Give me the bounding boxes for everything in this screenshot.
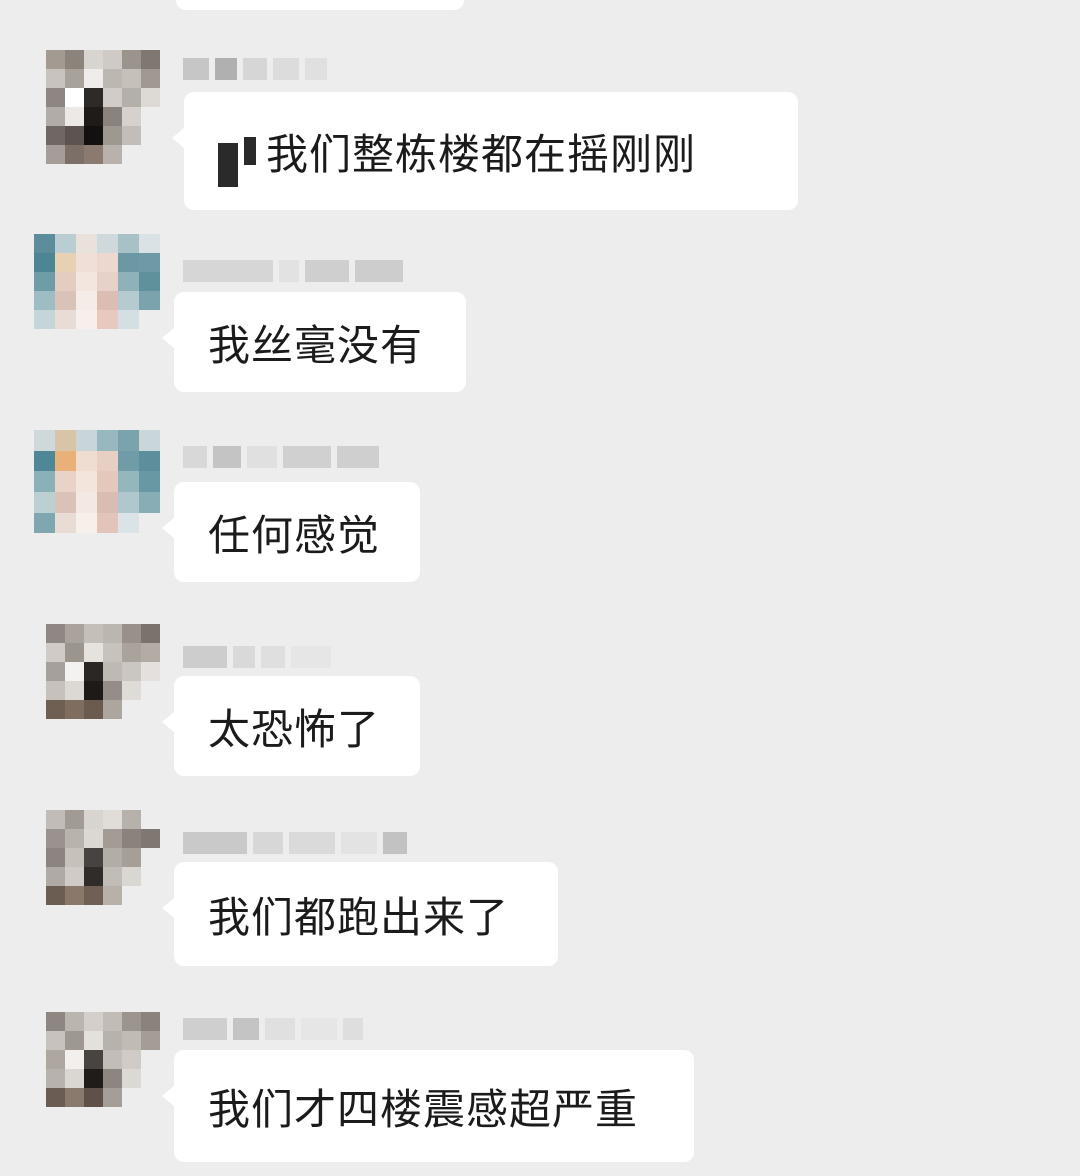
sender-name-redacted [183,830,407,856]
message-text: 我丝毫没有 [208,320,424,370]
message-bubble[interactable]: 我丝毫没有 [162,292,466,392]
avatar[interactable] [46,1012,160,1126]
avatar[interactable] [46,50,160,164]
avatar[interactable] [46,810,160,924]
message-text: 我们都跑出来了 [208,892,510,942]
message-text: 太恐怖了 [208,704,381,754]
censored-text-block [218,115,256,187]
message-text: 任何感觉 [208,510,381,560]
message-text: 我们整栋楼都在摇刚刚 [266,129,697,179]
previous-message-bubble [176,0,464,10]
message-bubble[interactable]: 我们整栋楼都在摇刚刚 [172,92,798,210]
message-bubble[interactable]: 任何感觉 [162,482,420,582]
message-text: 我们才四楼震感超严重 [208,1084,639,1134]
message-bubble[interactable]: 我们都跑出来了 [162,862,558,966]
avatar[interactable] [34,234,160,348]
sender-name-redacted [183,444,379,470]
sender-name-redacted [183,56,327,82]
avatar[interactable] [34,430,160,554]
sender-name-redacted [183,1016,363,1042]
avatar[interactable] [46,624,160,738]
sender-name-redacted [183,644,331,670]
sender-name-redacted [183,258,403,284]
message-bubble[interactable]: 太恐怖了 [162,676,420,776]
message-bubble[interactable]: 我们才四楼震感超严重 [162,1050,694,1162]
